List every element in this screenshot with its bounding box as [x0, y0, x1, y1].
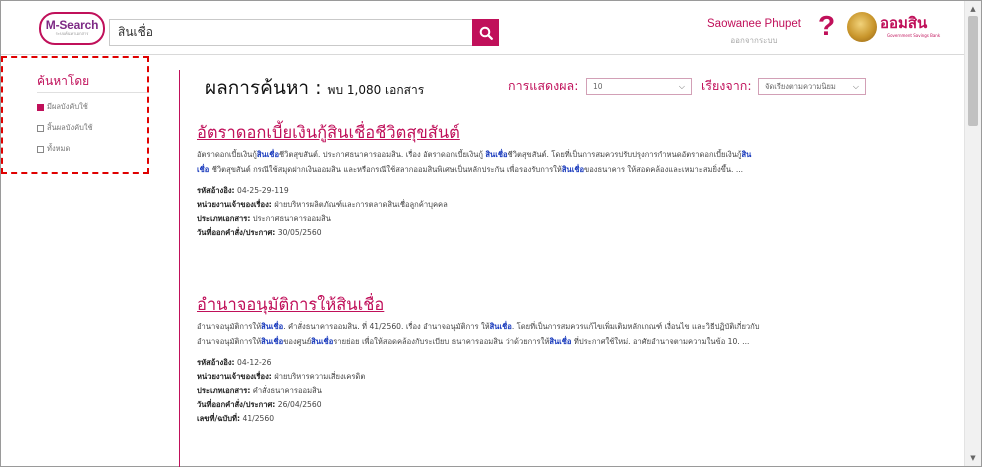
sort-value: จัดเรียงตามความนิยม	[765, 81, 836, 91]
meta-doctype: ประเภทเอกสาร: ประกาศธนาคารออมสิน	[197, 212, 762, 226]
result-meta: รหัสอ้างอิง: 04-25-29-119 หน่วยงานเจ้าขอ…	[197, 184, 762, 240]
meta-label: รหัสอ้างอิง:	[197, 186, 235, 195]
snippet-text: อัตราดอกเบี้ยเงินกู้	[197, 150, 257, 159]
checkbox-expired[interactable]	[37, 124, 44, 132]
meta-date: วันที่ออกคำสั่ง/ประกาศ: 26/04/2560	[197, 398, 762, 412]
checkbox-active[interactable]	[37, 103, 44, 111]
org-subtitle: Government Savings Bank	[887, 33, 941, 38]
sidebar-title: ค้นหาโดย	[37, 74, 90, 88]
keyword-highlight: สินเชื่อ	[261, 322, 284, 331]
checkbox-all[interactable]	[37, 145, 44, 153]
snippet-text: ของศูนย์	[283, 336, 312, 346]
meta-value: 30/05/2560	[277, 228, 322, 237]
meta-label: เลขที่/ฉบับที่:	[197, 414, 241, 423]
filter-label: สิ้นผลบังคับใช้	[47, 123, 93, 132]
meta-value: 41/2560	[242, 414, 275, 423]
search-icon	[479, 26, 493, 40]
meta-value: 04-12-26	[236, 358, 272, 367]
filter-sidebar: ค้นหาโดย มีผลบังคับใช้ สิ้นผลบังคับใช้ ท…	[1, 56, 149, 174]
logout-link[interactable]: ออกจากระบบ	[707, 34, 801, 47]
top-header: M-Search ระบบค้นหาเอกสาร Saowanee Phupet…	[1, 1, 964, 55]
result-title-link[interactable]: อำนาจอนุมัติการให้สินเชื่อ	[197, 294, 762, 316]
scrollbar-thumb[interactable]	[968, 16, 978, 126]
snippet-text: ของธนาคาร ให้สอดคล้องและเหมาะสมยิ่งขึ้น.…	[584, 164, 744, 174]
chevron-down-icon: ⌵	[852, 81, 859, 91]
filter-expired[interactable]: สิ้นผลบังคับใช้	[37, 122, 93, 134]
result-title-link[interactable]: อัตราดอกเบี้ยเงินกู้สินเชื่อชีวิตสุขสันต…	[197, 122, 762, 144]
help-icon[interactable]: ?	[818, 10, 835, 42]
meta-label: วันที่ออกคำสั่ง/ประกาศ:	[197, 228, 276, 237]
meta-label: ประเภทเอกสาร:	[197, 386, 251, 395]
display-count-value: 10	[593, 82, 603, 91]
sidebar-divider	[37, 92, 147, 93]
meta-value: 04-25-29-119	[236, 186, 289, 195]
snippet-text: . คำสั่งธนาคารออมสิน. ที่ 41/2560. เรื่อ…	[283, 322, 490, 331]
scroll-up-icon[interactable]: ▲	[965, 3, 981, 15]
meta-value: 26/04/2560	[277, 400, 322, 409]
search-button[interactable]	[472, 19, 499, 46]
snippet-text: ชีวิตสุขสันต์ กรณีใช้สมุดฝากเงินออมสิน แ…	[209, 164, 562, 174]
meta-number: เลขที่/ฉบับที่: 41/2560	[197, 412, 762, 426]
org-name: ออมสิน	[880, 14, 928, 32]
meta-value: ประกาศธนาคารออมสิน	[252, 214, 331, 223]
result-meta: รหัสอ้างอิง: 04-12-26 หน่วยงานเจ้าของเรื…	[197, 356, 762, 426]
meta-label: วันที่ออกคำสั่ง/ประกาศ:	[197, 400, 276, 409]
meta-value: ฝ่ายบริหารผลิตภัณฑ์และการตลาดสินเชื่อลูก…	[274, 200, 448, 209]
keyword-highlight: สินเชื่อ	[561, 164, 585, 174]
keyword-highlight: สินเชื่อ	[485, 150, 508, 159]
meta-label: ประเภทเอกสาร:	[197, 214, 251, 223]
content-divider	[179, 70, 180, 467]
keyword-highlight: สินเชื่อ	[549, 336, 572, 346]
user-name[interactable]: Saowanee Phupet	[707, 18, 801, 30]
results-title: ผลการค้นหา :	[205, 77, 322, 99]
search-result: อัตราดอกเบี้ยเงินกู้สินเชื่อชีวิตสุขสันต…	[197, 122, 762, 240]
keyword-highlight: สินเชื่อ	[489, 322, 512, 331]
snippet-text: ชีวิตสุขสันต์. โดยที่เป็นการสมควรปรับปรุ…	[507, 150, 742, 159]
meta-owner: หน่วยงานเจ้าของเรื่อง: ฝ่ายบริหารความเสี…	[197, 370, 762, 384]
filter-active[interactable]: มีผลบังคับใช้	[37, 101, 88, 113]
search-input[interactable]	[109, 19, 472, 46]
meta-value: ฝ่ายบริหารความเสี่ยงเครดิต	[274, 372, 366, 381]
snippet-text: ชีวิตสุขสันต์. ประกาศธนาคารออมสิน. เรื่อ…	[279, 150, 486, 159]
results-heading: ผลการค้นหา : พบ 1,080 เอกสาร	[205, 73, 424, 103]
sort-select[interactable]: จัดเรียงตามความนิยม ⌵	[758, 78, 866, 95]
snippet-text: อำนาจอนุมัติการให้	[197, 322, 262, 331]
chevron-down-icon: ⌵	[678, 81, 685, 91]
scroll-down-icon[interactable]: ▼	[965, 452, 981, 464]
result-snippet: อัตราดอกเบี้ยเงินกู้สินเชื่อชีวิตสุขสันต…	[197, 148, 762, 177]
page-scrollbar[interactable]: ▲ ▼	[964, 1, 981, 466]
org-logo-icon	[847, 12, 877, 42]
meta-doctype: ประเภทเอกสาร: คำสั่งธนาคารออมสิน	[197, 384, 762, 398]
keyword-highlight: สินเชื่อ	[311, 336, 334, 346]
logo-subtitle: ระบบค้นหาเอกสาร	[55, 31, 89, 36]
results-count: พบ 1,080 เอกสาร	[327, 83, 425, 97]
meta-label: หน่วยงานเจ้าของเรื่อง:	[197, 372, 272, 381]
meta-date: วันที่ออกคำสั่ง/ประกาศ: 30/05/2560	[197, 226, 762, 240]
meta-ref: รหัสอ้างอิง: 04-12-26	[197, 356, 762, 370]
meta-ref: รหัสอ้างอิง: 04-25-29-119	[197, 184, 762, 198]
filter-label: ทั้งหมด	[47, 144, 71, 153]
filter-label: มีผลบังคับใช้	[47, 102, 88, 111]
logo-text: M-Search	[45, 18, 99, 32]
snippet-text: ที่ประกาศใช้ใหม่. อาศัยอำนาจตามความในข้อ…	[571, 336, 750, 346]
search-result: อำนาจอนุมัติการให้สินเชื่อ อำนาจอนุมัติก…	[197, 294, 762, 426]
meta-label: รหัสอ้างอิง:	[197, 358, 235, 367]
display-count-label: การแสดงผล:	[508, 78, 579, 93]
display-count-select[interactable]: 10 ⌵	[586, 78, 692, 95]
result-snippet: อำนาจอนุมัติการให้สินเชื่อ. คำสั่งธนาคาร…	[197, 320, 762, 349]
msearch-logo[interactable]: M-Search ระบบค้นหาเอกสาร	[39, 12, 105, 45]
filter-all[interactable]: ทั้งหมด	[37, 143, 70, 155]
meta-owner: หน่วยงานเจ้าของเรื่อง: ฝ่ายบริหารผลิตภัณ…	[197, 198, 762, 212]
keyword-highlight: สินเชื่อ	[261, 336, 284, 346]
meta-value: คำสั่งธนาคารออมสิน	[252, 386, 322, 395]
snippet-text: รายย่อย เพื่อให้สอดคล้องกับระเบียบ ธนาคา…	[333, 336, 550, 346]
sort-label: เรียงจาก:	[701, 78, 752, 93]
meta-label: หน่วยงานเจ้าของเรื่อง:	[197, 200, 272, 209]
keyword-highlight: สินเชื่อ	[256, 150, 280, 159]
